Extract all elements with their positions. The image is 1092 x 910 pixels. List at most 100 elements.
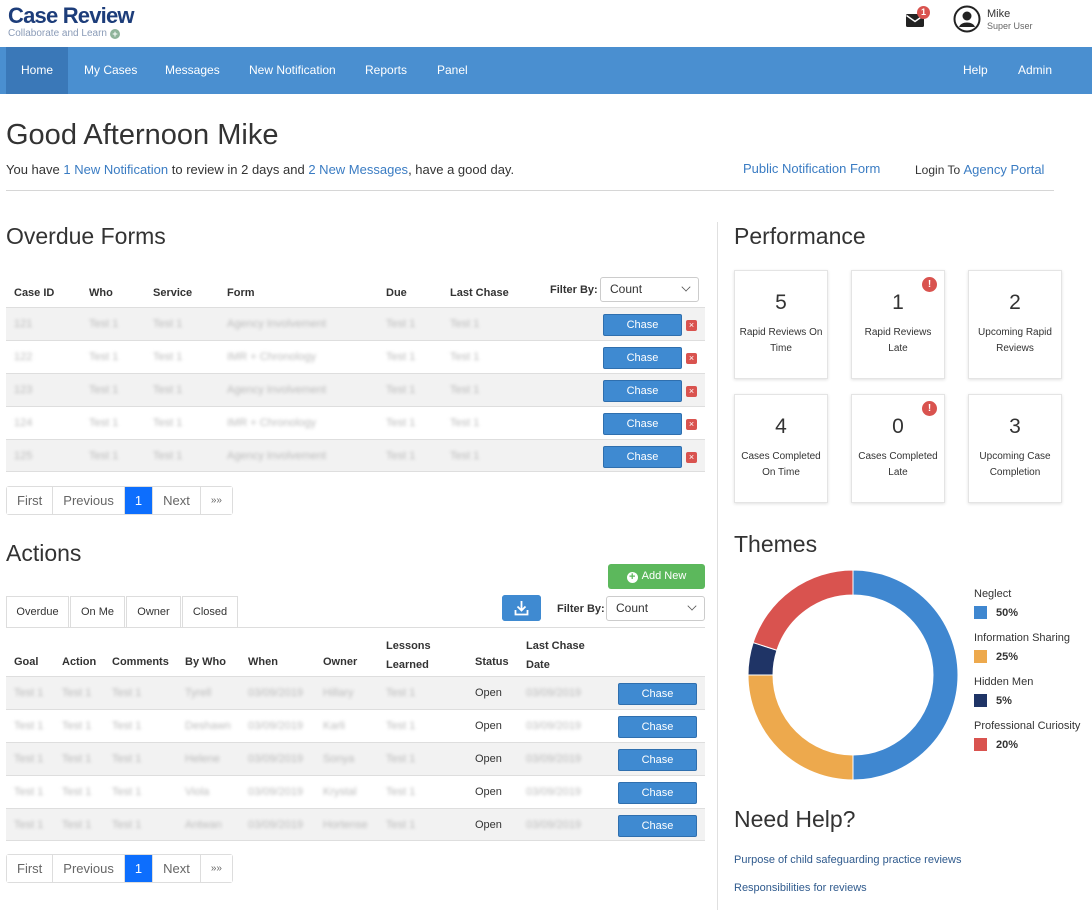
- nav-home[interactable]: Home: [6, 47, 68, 94]
- chase-button[interactable]: Chase: [618, 716, 697, 738]
- table-cell: Test 1: [89, 318, 119, 330]
- table-cell: Test 1: [153, 450, 183, 462]
- nav-new-notification[interactable]: New Notification: [249, 47, 336, 94]
- nav-reports[interactable]: Reports: [365, 47, 407, 94]
- table-cell: Deshawn: [185, 720, 231, 732]
- chase-button[interactable]: Chase: [603, 413, 682, 435]
- nav-panel[interactable]: Panel: [437, 47, 468, 94]
- performance-card[interactable]: 4 Cases Completed On Time: [734, 394, 828, 503]
- agency-portal-link[interactable]: Agency Portal: [964, 162, 1045, 177]
- table-cell: Test 1: [386, 720, 416, 732]
- tab-owner[interactable]: Owner: [126, 596, 181, 627]
- performance-card[interactable]: 3 Upcoming Case Completion: [968, 394, 1062, 503]
- table-cell: 03/09/2019: [526, 819, 582, 831]
- tab-closed[interactable]: Closed: [182, 596, 238, 627]
- chase-button[interactable]: Chase: [603, 380, 682, 402]
- column-header: Owner: [323, 656, 358, 668]
- chase-button[interactable]: Chase: [603, 347, 682, 369]
- table-cell: IMR + Chronology: [227, 417, 316, 429]
- public-notification-form-link[interactable]: Public Notification Form: [743, 161, 880, 176]
- mail-count-badge: 1: [917, 6, 930, 19]
- tab-overdue[interactable]: Overdue: [6, 596, 69, 627]
- chase-button[interactable]: Chase: [603, 314, 682, 336]
- legend-percent: 20%: [996, 739, 1019, 751]
- new-messages-link[interactable]: 2 New Messages: [308, 162, 408, 177]
- table-cell: Test 1: [112, 819, 142, 831]
- table-cell: Test 1: [14, 786, 44, 798]
- table-cell: Test 1: [450, 417, 480, 429]
- remove-icon[interactable]: ×: [686, 353, 697, 364]
- table-cell: Test 1: [89, 450, 119, 462]
- user-avatar-icon[interactable]: [953, 5, 981, 33]
- table-cell: Test 1: [386, 384, 416, 396]
- table-cell: Test 1: [450, 384, 480, 396]
- pager-first[interactable]: First: [7, 855, 54, 882]
- legend-label: Neglect: [974, 588, 1012, 600]
- table-cell: Agency Involvement: [227, 450, 327, 462]
- performance-card[interactable]: 1 Rapid Reviews Late!: [851, 270, 945, 379]
- nav-help[interactable]: Help: [963, 47, 988, 94]
- table-cell: 121: [14, 318, 33, 330]
- tabs-underline: [6, 627, 705, 628]
- chevron-down-icon: [681, 282, 691, 292]
- remove-icon[interactable]: ×: [686, 320, 697, 331]
- table-cell: Sonya: [323, 753, 355, 765]
- column-header: Goal: [14, 656, 39, 668]
- help-link-purpose[interactable]: Purpose of child safeguarding practice r…: [734, 854, 961, 866]
- column-header: By Who: [185, 656, 226, 668]
- remove-icon[interactable]: ×: [686, 419, 697, 430]
- donut-slice-information-sharing[interactable]: [747, 674, 854, 781]
- table-cell: IMR + Chronology: [227, 351, 316, 363]
- user-name[interactable]: Mike: [987, 8, 1010, 20]
- remove-icon[interactable]: ×: [686, 386, 697, 397]
- table-cell: Open: [475, 819, 502, 831]
- table-row: 124 Test 1 Test 1 IMR + Chronology Test 1 Tes…: [6, 406, 705, 439]
- pager-previous[interactable]: Previous: [53, 855, 125, 882]
- nav-admin[interactable]: Admin: [1018, 47, 1052, 94]
- pager-page-1[interactable]: 1: [124, 855, 154, 882]
- pager-previous[interactable]: Previous: [53, 487, 125, 514]
- add-new-button[interactable]: + Add New: [608, 564, 705, 589]
- table-cell: Test 1: [14, 819, 44, 831]
- column-header: Last Chase: [450, 287, 509, 299]
- table-cell: Test 1: [14, 720, 44, 732]
- chase-button[interactable]: Chase: [618, 815, 697, 837]
- pager-next[interactable]: Next: [153, 487, 201, 514]
- app-logo[interactable]: Case Review Collaborate and Learn +: [8, 3, 135, 40]
- table-row: 123 Test 1 Test 1 Agency Involvement Test 1 T…: [6, 373, 705, 406]
- card-value: 3: [1009, 415, 1021, 438]
- donut-slice-neglect[interactable]: [852, 569, 959, 781]
- performance-card[interactable]: 0 Cases Completed Late!: [851, 394, 945, 503]
- card-label: Rapid Reviews Late: [864, 327, 932, 354]
- new-notification-link[interactable]: 1 New Notification: [63, 162, 168, 177]
- chase-button[interactable]: Chase: [618, 749, 697, 771]
- download-icon[interactable]: [502, 595, 541, 621]
- chase-button[interactable]: Chase: [618, 782, 697, 804]
- chase-button[interactable]: Chase: [618, 683, 697, 705]
- donut-slice-professional-curiosity[interactable]: [752, 569, 854, 651]
- table-cell: 03/09/2019: [248, 786, 304, 798]
- overdue-filter-select[interactable]: Count: [600, 277, 699, 302]
- pager-last[interactable]: »»: [200, 855, 232, 882]
- table-cell: Test 1: [450, 351, 480, 363]
- chase-button[interactable]: Chase: [603, 446, 682, 468]
- pager-next[interactable]: Next: [153, 855, 201, 882]
- pager-first[interactable]: First: [7, 487, 54, 514]
- table-cell: Hillary: [323, 687, 354, 699]
- page-title: Good Afternoon Mike: [6, 119, 279, 151]
- logo-title: Case Review: [8, 3, 135, 28]
- remove-icon[interactable]: ×: [686, 452, 697, 463]
- card-value: 5: [775, 291, 787, 314]
- legend-percent: 50%: [996, 607, 1019, 619]
- card-label: Upcoming Rapid Reviews: [978, 327, 1052, 354]
- pager-last[interactable]: »»: [200, 487, 232, 514]
- nav-messages[interactable]: Messages: [165, 47, 220, 94]
- pager-page-1[interactable]: 1: [124, 487, 154, 514]
- actions-filter-select[interactable]: Count: [606, 596, 705, 621]
- tab-on-me[interactable]: On Me: [70, 596, 125, 627]
- performance-card[interactable]: 2 Upcoming Rapid Reviews: [968, 270, 1062, 379]
- help-link-responsibilities[interactable]: Responsibilities for reviews: [734, 882, 867, 894]
- nav-my-cases[interactable]: My Cases: [84, 47, 137, 94]
- performance-card[interactable]: 5 Rapid Reviews On Time: [734, 270, 828, 379]
- table-cell: Viola: [185, 786, 210, 798]
